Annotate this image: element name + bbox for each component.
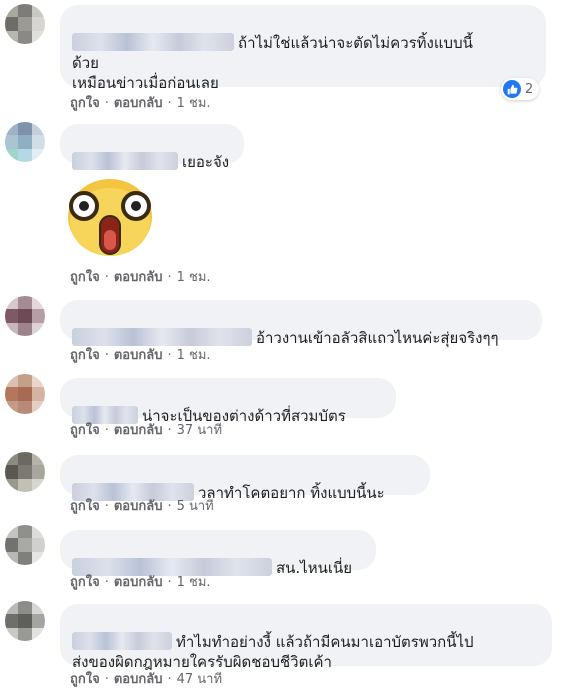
comment-time[interactable]: 1 ชม.: [177, 575, 211, 590]
reply-link[interactable]: ตอบกลับ: [114, 423, 163, 438]
comment-bubble: อ้าวงานเข้าอลัวสิแถวไหนค่ะสุ่ยจริงๆๆ: [60, 300, 542, 347]
commenter-name[interactable]: [72, 632, 172, 650]
reply-link[interactable]: ตอบกลับ: [114, 348, 163, 363]
commenter-name[interactable]: [72, 33, 234, 51]
separator: ·: [104, 96, 109, 111]
comment-text: สน.ไหนเนี่ย: [276, 559, 353, 577]
comment-bubble: ถ้าไม่ใช่แล้วน่าจะตัดไม่ควรทิ้งแบบนี้ ด้…: [60, 5, 546, 92]
comment-actions: ถูกใจ · ตอบกลับ · 5 นาที: [70, 495, 214, 516]
comment-bubble: วลาทำโคตอยาก ทิ้งแบบนี้นะ: [60, 455, 430, 502]
comment-time[interactable]: 5 นาที: [177, 499, 214, 514]
comment-text: เยอะจัง: [182, 153, 230, 171]
like-link[interactable]: ถูกใจ: [70, 423, 100, 438]
comment-time[interactable]: 47 นาที: [177, 672, 222, 687]
like-link[interactable]: ถูกใจ: [70, 348, 100, 363]
separator: ·: [167, 499, 172, 514]
separator: ·: [167, 575, 172, 590]
comment-time[interactable]: 1 ชม.: [177, 348, 211, 363]
comment-actions: ถูกใจ · ตอบกลับ · 1 ชม.: [70, 266, 211, 287]
comment-actions: ถูกใจ · ตอบกลับ · 1 ชม.: [70, 344, 211, 365]
comment-bubble: สน.ไหนเนี่ย: [60, 530, 376, 577]
reply-link[interactable]: ตอบกลับ: [114, 672, 163, 687]
like-link[interactable]: ถูกใจ: [70, 672, 100, 687]
reaction-count[interactable]: 2: [501, 78, 540, 100]
avatar[interactable]: [5, 122, 45, 162]
separator: ·: [167, 96, 172, 111]
separator: ·: [167, 270, 172, 285]
avatar[interactable]: [5, 452, 45, 492]
separator: ·: [104, 423, 109, 438]
reaction-number: 2: [525, 81, 534, 97]
comment-actions: ถูกใจ · ตอบกลับ · 47 นาที: [70, 668, 222, 689]
avatar[interactable]: [5, 296, 45, 336]
like-link[interactable]: ถูกใจ: [70, 499, 100, 514]
reply-link[interactable]: ตอบกลับ: [114, 96, 163, 111]
reply-link[interactable]: ตอบกลับ: [114, 270, 163, 285]
separator: ·: [104, 575, 109, 590]
separator: ·: [104, 499, 109, 514]
comment-bubble: น่าจะเป็นของต่างด้าวที่สวมบัตร: [60, 378, 396, 425]
commenter-name[interactable]: [72, 152, 178, 170]
comment-text: วลาทำโคตอยาก ทิ้งแบบนี้นะ: [198, 484, 385, 502]
separator: ·: [167, 348, 172, 363]
separator: ·: [167, 423, 172, 438]
comment-actions: ถูกใจ · ตอบกลับ · 1 ชม.: [70, 571, 211, 592]
avatar[interactable]: [5, 601, 45, 641]
shocked-face-sticker: [68, 179, 152, 256]
comment-time[interactable]: 1 ชม.: [177, 270, 211, 285]
separator: ·: [104, 270, 109, 285]
comment-actions: ถูกใจ · ตอบกลับ · 1 ชม.: [70, 92, 211, 113]
separator: ·: [104, 348, 109, 363]
comment-bubble: ทำไมทำอย่างงี้ แล้วถ้ามีคนมาเอาบัตรพวกนี…: [60, 604, 552, 671]
comment-time[interactable]: 37 นาที: [177, 423, 222, 438]
avatar[interactable]: [5, 374, 45, 414]
comment-actions: ถูกใจ · ตอบกลับ · 37 นาที: [70, 419, 222, 440]
like-link[interactable]: ถูกใจ: [70, 270, 100, 285]
separator: ·: [167, 672, 172, 687]
comment-text: อ้าวงานเข้าอลัวสิแถวไหนค่ะสุ่ยจริงๆๆ: [256, 329, 499, 347]
separator: ·: [104, 672, 109, 687]
comment-time[interactable]: 1 ชม.: [177, 96, 211, 111]
avatar[interactable]: [5, 4, 45, 44]
avatar[interactable]: [5, 525, 45, 565]
like-link[interactable]: ถูกใจ: [70, 575, 100, 590]
comment-bubble: เยอะจัง: [60, 124, 244, 171]
like-link[interactable]: ถูกใจ: [70, 96, 100, 111]
thumbs-up-icon: [503, 80, 521, 98]
reply-link[interactable]: ตอบกลับ: [114, 575, 163, 590]
reply-link[interactable]: ตอบกลับ: [114, 499, 163, 514]
